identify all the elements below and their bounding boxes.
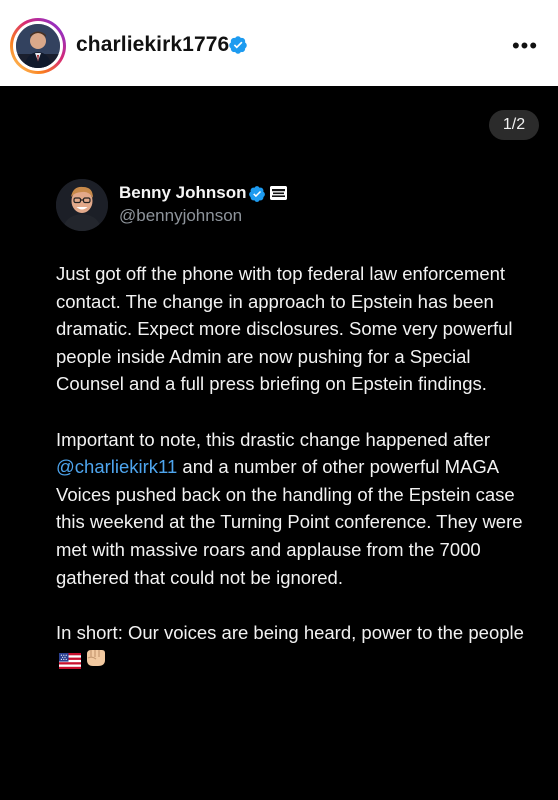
tweet-paragraph: In short: Our voices are being heard, po… — [56, 619, 526, 677]
us-flag-icon — [59, 649, 81, 677]
tweet-paragraph: Important to note, this drastic change h… — [56, 426, 526, 592]
page-counter: 1/2 — [489, 110, 539, 140]
post-header: charliekirk1776 ••• — [0, 0, 558, 86]
verified-badge-icon — [249, 186, 265, 202]
raised-fist-icon — [84, 647, 108, 677]
tweet-text-segment: In short: Our voices are being heard, po… — [56, 621, 524, 643]
affiliation-badge-icon — [270, 186, 287, 200]
tweet-paragraph: Just got off the phone with top federal … — [56, 263, 513, 395]
verified-badge-icon — [229, 36, 247, 54]
tweet-author-avatar — [56, 179, 108, 231]
tweet-text: Just got off the phone with top federal … — [56, 260, 526, 705]
profile-username[interactable]: charliekirk1776 — [76, 33, 229, 57]
mention-link[interactable]: @charliekirk11 — [56, 456, 177, 477]
more-options-icon[interactable]: ••• — [510, 35, 540, 57]
tweet-author-handle: @bennyjohnson — [119, 206, 243, 225]
profile-avatar[interactable] — [10, 18, 66, 74]
tweet-text-segment: Important to note, this drastic change h… — [56, 428, 491, 450]
tweet-author-name: Benny Johnson — [119, 183, 247, 202]
profile-photo — [16, 24, 60, 68]
post-image: 1/2 Benny Johnson @bennyjohnson Just got… — [0, 86, 558, 800]
